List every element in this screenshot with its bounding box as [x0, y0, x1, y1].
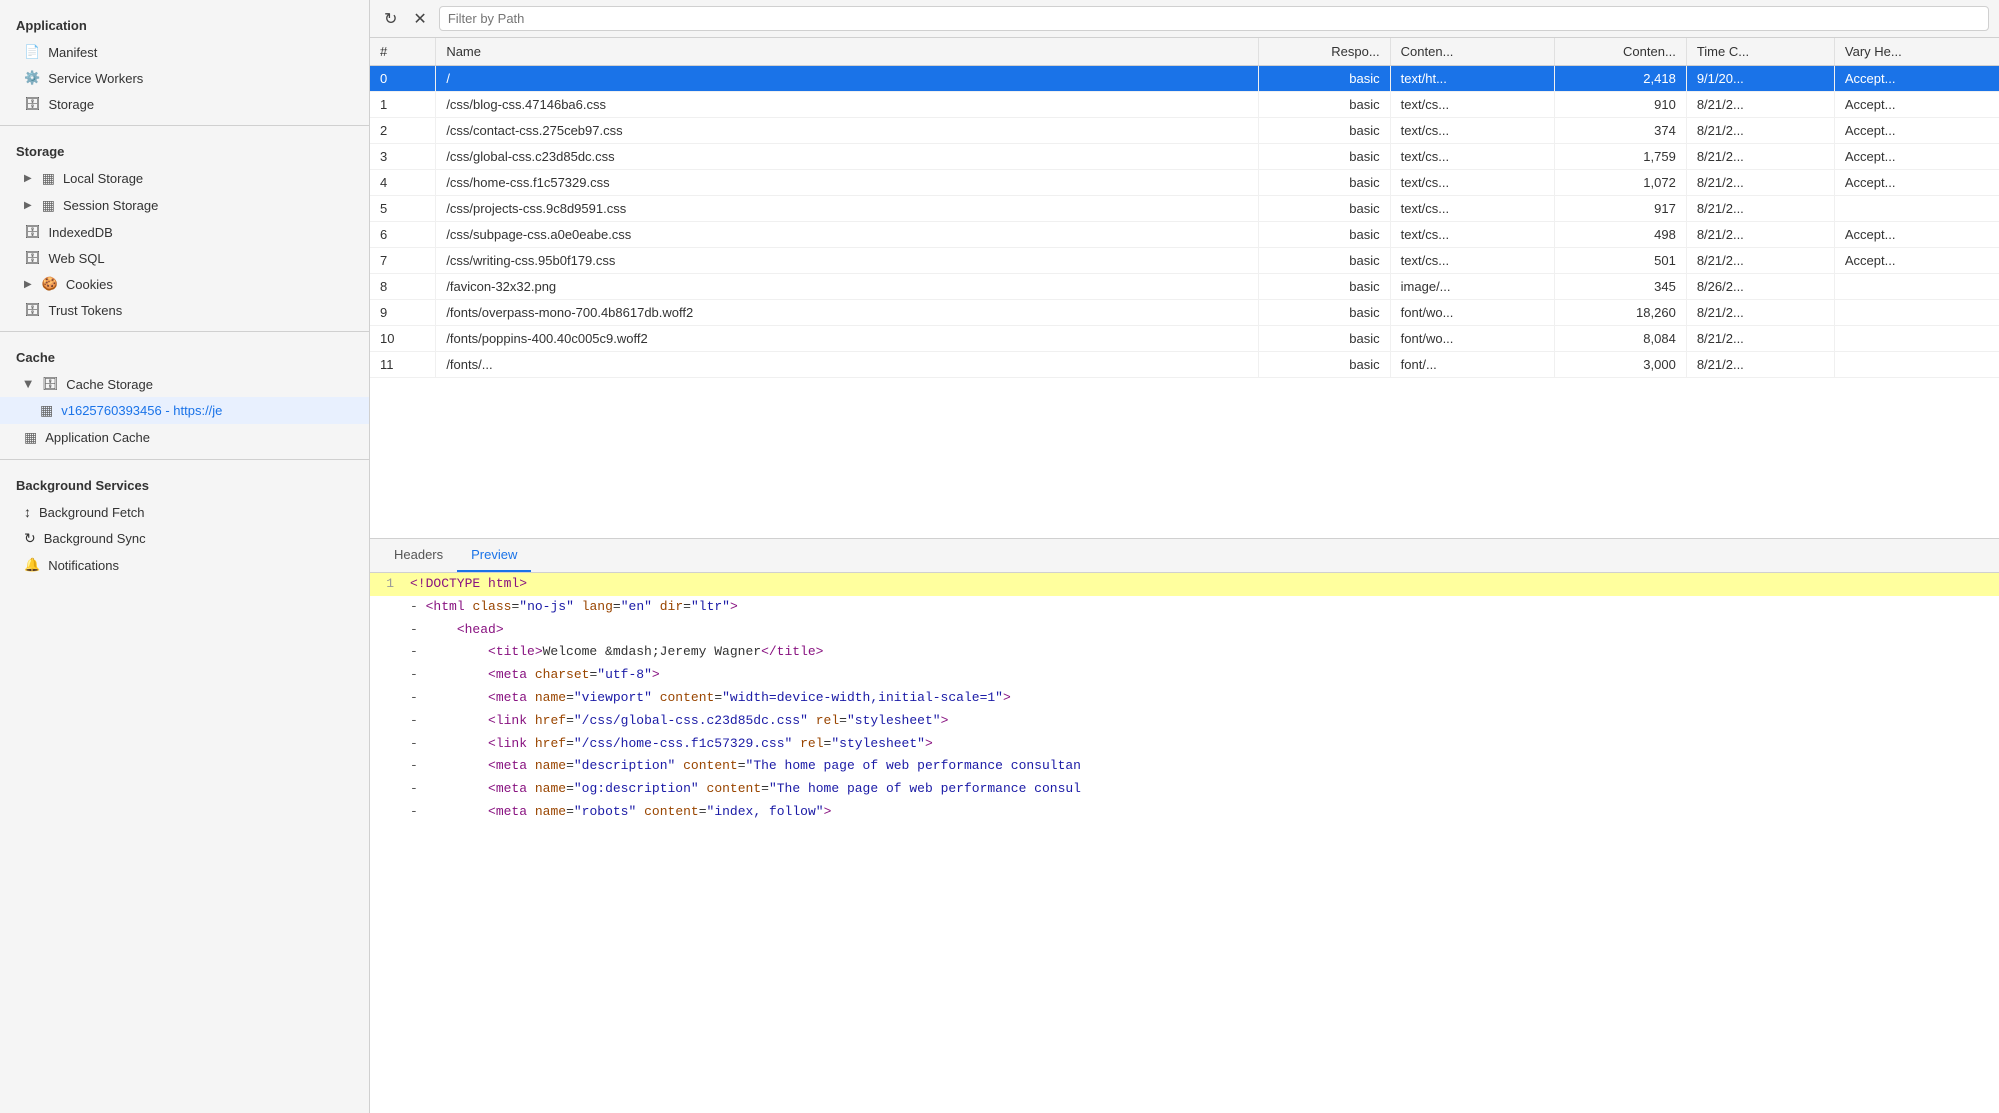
col-header-content-type: Conten...: [1390, 38, 1555, 66]
doc-icon: 📄: [24, 44, 40, 60]
col-header-index: #: [370, 38, 436, 66]
divider-3: [0, 459, 369, 460]
sidebar-item-bg-sync[interactable]: ↻ Background Sync: [0, 525, 369, 552]
code-line: - <title>Welcome &mdash;Jeremy Wagner</t…: [370, 641, 1999, 664]
section-bg-services: Background Services: [0, 468, 369, 499]
main-panel: ↻ ✕ # Name Respo... Conten... Conten... …: [370, 0, 1999, 1113]
sidebar-item-manifest[interactable]: 📄 Manifest: [0, 39, 369, 65]
db-icon: 🗄: [42, 376, 59, 392]
db-icon: 🗄: [24, 96, 41, 112]
sidebar-item-app-cache[interactable]: ▦ Application Cache: [0, 424, 369, 451]
gear-icon: ⚙️: [24, 70, 40, 86]
cache-table-area: # Name Respo... Conten... Conten... Time…: [370, 38, 1999, 538]
table-row[interactable]: 8/favicon-32x32.pngbasicimage/...3458/26…: [370, 274, 1999, 300]
divider-1: [0, 125, 369, 126]
code-line: - <head>: [370, 619, 1999, 642]
code-line: - <meta name="robots" content="index, fo…: [370, 801, 1999, 824]
code-line: - <link href="/css/global-css.c23d85dc.c…: [370, 710, 1999, 733]
sidebar-item-trust-tokens[interactable]: 🗄 Trust Tokens: [0, 297, 369, 323]
sidebar-item-local-storage[interactable]: ▶ ▦ Local Storage: [0, 165, 369, 192]
table-row[interactable]: 11/fonts/...basicfont/...3,0008/21/2...: [370, 352, 1999, 378]
expand-arrow-icon: ▶: [24, 279, 32, 290]
expand-arrow-icon: ▶: [24, 200, 32, 211]
db-icon: 🗄: [24, 302, 41, 318]
refresh-button[interactable]: ↻: [380, 7, 401, 31]
grid-icon: ▦: [42, 170, 55, 187]
table-row[interactable]: 6/css/subpage-css.a0e0eabe.cssbasictext/…: [370, 222, 1999, 248]
code-line: - <meta name="og:description" content="T…: [370, 778, 1999, 801]
col-header-vary: Vary He...: [1834, 38, 1999, 66]
sidebar-item-session-storage[interactable]: ▶ ▦ Session Storage: [0, 192, 369, 219]
filter-input[interactable]: [439, 6, 1989, 31]
code-line: - <meta charset="utf-8">: [370, 664, 1999, 687]
table-row[interactable]: 4/css/home-css.f1c57329.cssbasictext/cs.…: [370, 170, 1999, 196]
bell-icon: 🔔: [24, 557, 40, 573]
table-row[interactable]: 5/css/projects-css.9c8d9591.cssbasictext…: [370, 196, 1999, 222]
sidebar-item-cache-entry[interactable]: ▦ v1625760393456 - https://je: [0, 397, 369, 424]
table-row[interactable]: 10/fonts/poppins-400.40c005c9.woff2basic…: [370, 326, 1999, 352]
expand-arrow-icon: ▶: [24, 173, 32, 184]
section-application: Application: [0, 8, 369, 39]
col-header-response: Respo...: [1259, 38, 1391, 66]
toolbar: ↻ ✕: [370, 0, 1999, 38]
sync-icon: ↻: [24, 530, 36, 547]
cache-table: # Name Respo... Conten... Conten... Time…: [370, 38, 1999, 378]
table-row[interactable]: 2/css/contact-css.275ceb97.cssbasictext/…: [370, 118, 1999, 144]
col-header-content-len: Conten...: [1555, 38, 1687, 66]
sidebar-item-indexeddb[interactable]: 🗄 IndexedDB: [0, 219, 369, 245]
code-line: - <meta name="viewport" content="width=d…: [370, 687, 1999, 710]
section-cache: Cache: [0, 340, 369, 371]
code-preview: 1 <!DOCTYPE html> - <html class="no-js" …: [370, 573, 1999, 918]
bottom-panel: Headers Preview 1 <!DOCTYPE html> - <htm…: [370, 538, 1999, 918]
table-icon: ▦: [24, 429, 37, 446]
db-icon: 🗄: [24, 224, 41, 240]
col-header-time: Time C...: [1686, 38, 1834, 66]
section-storage: Storage: [0, 134, 369, 165]
cookie-icon: 🍪: [42, 276, 58, 292]
db-icon: 🗄: [24, 250, 41, 266]
clear-button[interactable]: ✕: [409, 7, 430, 31]
code-line: 1 <!DOCTYPE html>: [370, 573, 1999, 596]
divider-2: [0, 331, 369, 332]
sidebar-item-storage-app[interactable]: 🗄 Storage: [0, 91, 369, 117]
sidebar-item-service-workers[interactable]: ⚙️ Service Workers: [0, 65, 369, 91]
table-row[interactable]: 0/basictext/ht...2,4189/1/20...Accept...: [370, 66, 1999, 92]
grid-icon: ▦: [42, 197, 55, 214]
tab-headers[interactable]: Headers: [380, 539, 457, 572]
col-header-name: Name: [436, 38, 1259, 66]
fetch-icon: ↕: [24, 504, 31, 520]
expand-arrow-down-icon: ▶: [22, 380, 33, 388]
table-row[interactable]: 9/fonts/overpass-mono-700.4b8617db.woff2…: [370, 300, 1999, 326]
tab-preview[interactable]: Preview: [457, 539, 531, 572]
table-icon: ▦: [40, 402, 53, 419]
table-row[interactable]: 3/css/global-css.c23d85dc.cssbasictext/c…: [370, 144, 1999, 170]
sidebar-item-cache-storage[interactable]: ▶ 🗄 Cache Storage: [0, 371, 369, 397]
code-line: - <meta name="description" content="The …: [370, 755, 1999, 778]
sidebar-item-notifications[interactable]: 🔔 Notifications: [0, 552, 369, 578]
table-row[interactable]: 7/css/writing-css.95b0f179.cssbasictext/…: [370, 248, 1999, 274]
sidebar-item-cookies[interactable]: ▶ 🍪 Cookies: [0, 271, 369, 297]
table-row[interactable]: 1/css/blog-css.47146ba6.cssbasictext/cs.…: [370, 92, 1999, 118]
code-line: - <html class="no-js" lang="en" dir="ltr…: [370, 596, 1999, 619]
sidebar: Application 📄 Manifest ⚙️ Service Worker…: [0, 0, 370, 1113]
tabs-bar: Headers Preview: [370, 539, 1999, 573]
sidebar-item-web-sql[interactable]: 🗄 Web SQL: [0, 245, 369, 271]
sidebar-item-bg-fetch[interactable]: ↕ Background Fetch: [0, 499, 369, 525]
code-line: - <link href="/css/home-css.f1c57329.css…: [370, 733, 1999, 756]
